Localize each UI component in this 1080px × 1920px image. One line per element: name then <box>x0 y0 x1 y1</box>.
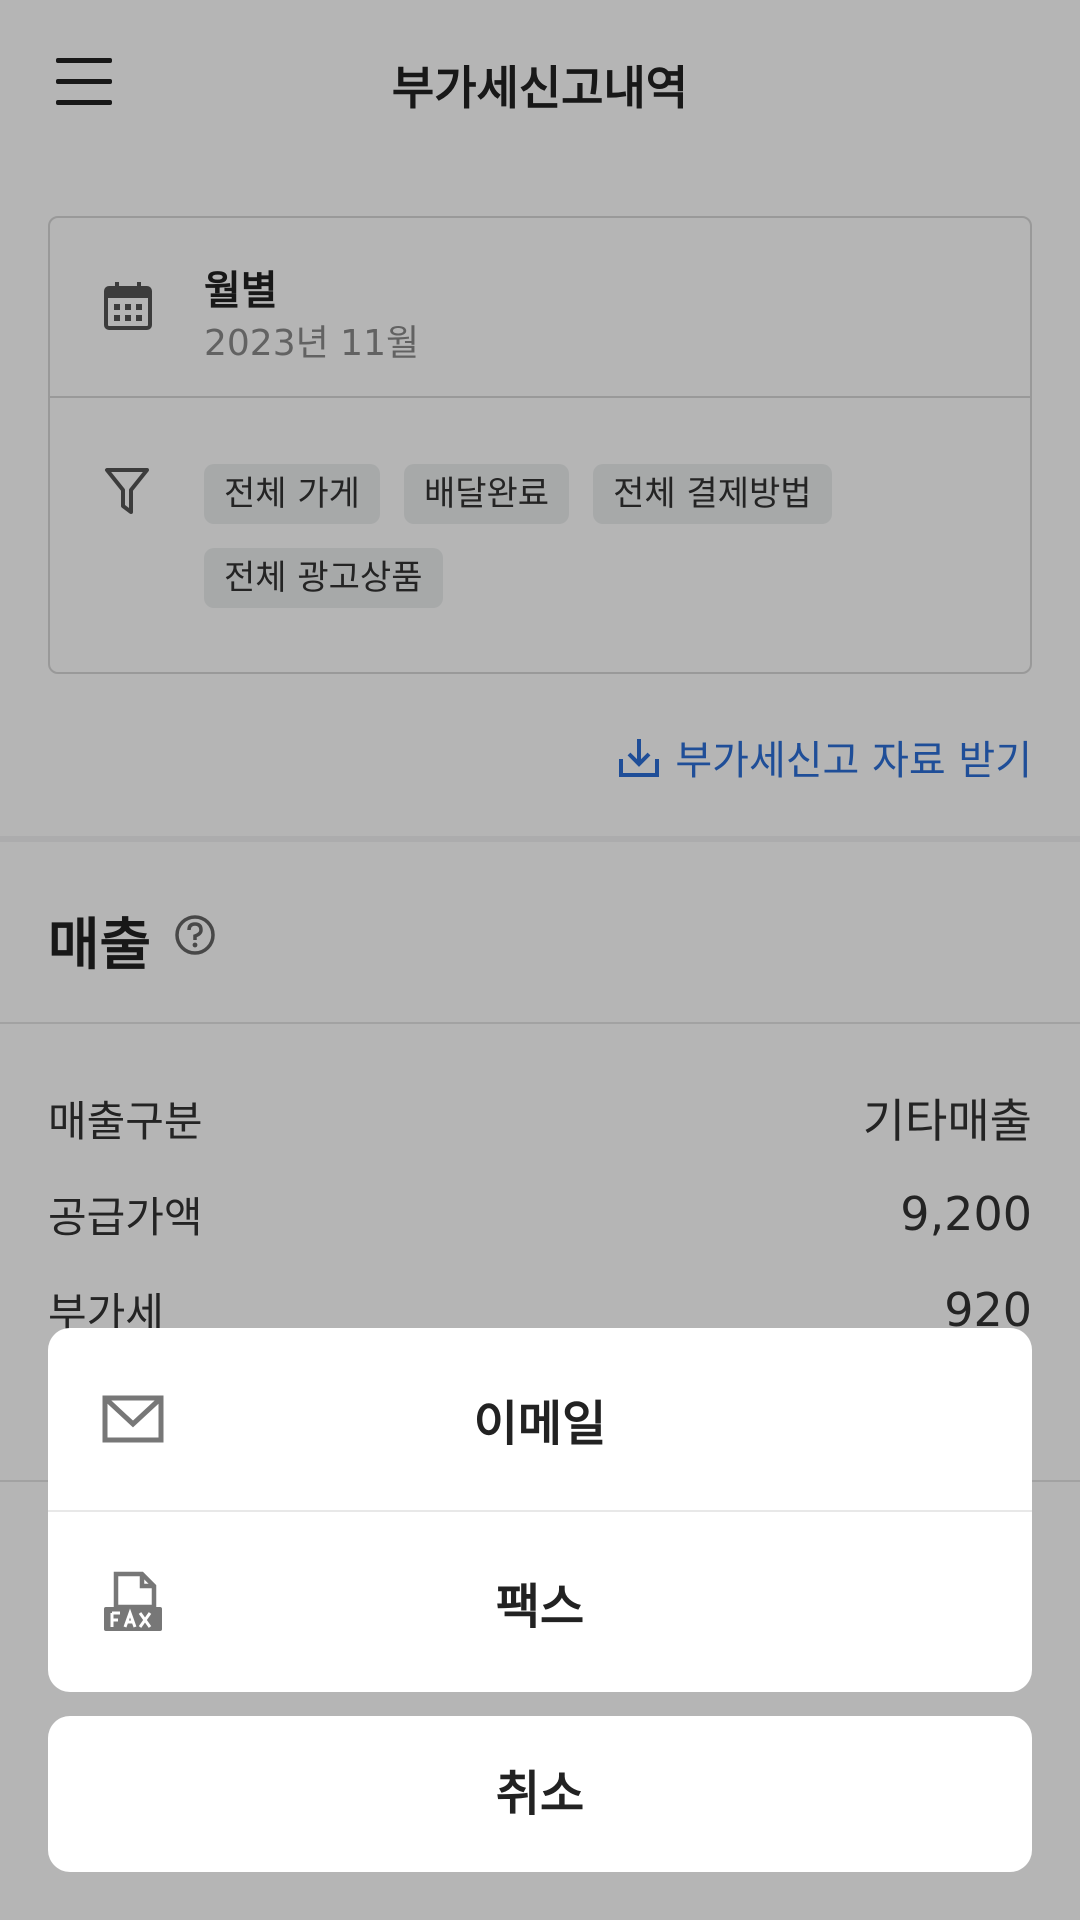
email-option[interactable]: 이메일 <box>48 1328 1032 1510</box>
cancel-button[interactable]: 취소 <box>48 1716 1032 1872</box>
fax-option-label: 팩스 <box>495 1579 585 1635</box>
fax-option[interactable]: 팩스 <box>48 1510 1032 1692</box>
share-action-sheet: 이메일 팩스 <box>48 1328 1032 1692</box>
email-option-label: 이메일 <box>473 1396 607 1452</box>
